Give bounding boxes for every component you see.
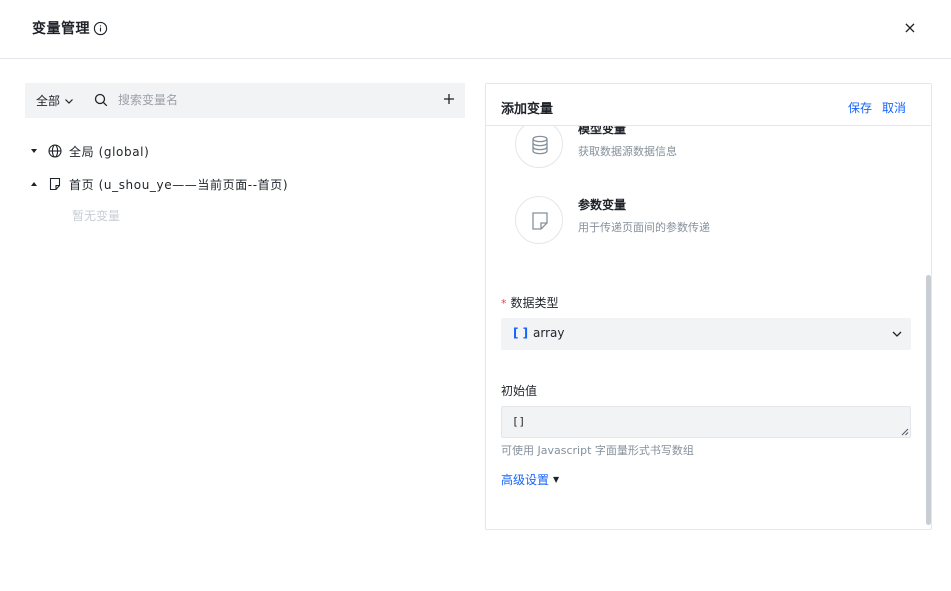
modal-header: 变量管理 ×	[0, 0, 951, 59]
initial-value-label: 初始值	[501, 384, 538, 398]
panel-title: 添加变量	[501, 102, 554, 117]
data-type-value: array	[533, 326, 565, 340]
globe-icon	[48, 144, 62, 158]
add-variable-icon[interactable]	[442, 92, 456, 106]
variable-toolbar: 全部	[25, 83, 465, 118]
document-icon	[532, 212, 548, 230]
tree-node-label: 全局 (global)	[69, 144, 150, 159]
empty-variables-hint: 暂无变量	[72, 209, 121, 223]
option-description: 用于传递页面间的参数传递	[578, 221, 710, 234]
array-type-icon: [ ]	[513, 326, 529, 340]
panel-header: 添加变量 保存 取消	[486, 84, 931, 126]
data-type-select[interactable]: [ ] array	[501, 318, 911, 350]
close-button[interactable]: ×	[901, 20, 919, 38]
option-icon-circle	[515, 120, 563, 168]
data-type-label-text: 数据类型	[510, 296, 559, 310]
caret-right-icon[interactable]	[30, 147, 38, 155]
data-type-label: * 数据类型	[501, 294, 559, 311]
tree-node-home[interactable]: 首页 (u_shou_ye——当前页面--首页)	[30, 175, 288, 193]
scrollbar-thumb[interactable]	[926, 275, 931, 525]
info-icon[interactable]	[93, 21, 108, 36]
option-param-variable[interactable]: 参数变量 用于传递页面间的参数传递	[515, 196, 895, 246]
caret-down-icon: ▼	[553, 475, 560, 484]
tree-node-global[interactable]: 全局 (global)	[30, 142, 149, 160]
option-model-variable[interactable]: 模型变量 获取数据源数据信息	[515, 120, 895, 170]
advanced-settings-toggle[interactable]: 高级设置 ▼	[501, 471, 559, 488]
chevron-down-icon	[892, 331, 902, 337]
option-icon-circle	[515, 196, 563, 244]
required-mark: *	[501, 297, 507, 310]
tree-node-label: 首页 (u_shou_ye——当前页面--首页)	[69, 177, 289, 192]
initial-value-help: 可使用 Javascript 字面量形式书写数组	[501, 444, 694, 457]
chevron-down-icon	[65, 98, 73, 104]
save-button[interactable]: 保存	[848, 99, 872, 116]
scope-select-value: 全部	[36, 94, 61, 108]
add-variable-panel: 模型变量 获取数据源数据信息 参数变量 用于传递页面间的参数传递 * 数据类型 […	[485, 83, 932, 530]
search-input[interactable]	[118, 91, 418, 109]
database-icon	[532, 135, 548, 155]
option-name: 参数变量	[578, 198, 627, 212]
option-description: 获取数据源数据信息	[578, 145, 677, 158]
resize-grip-icon[interactable]	[900, 427, 909, 436]
scope-select[interactable]: 全部	[36, 92, 74, 109]
initial-value-input[interactable]: []	[501, 406, 911, 438]
caret-up-icon[interactable]	[30, 180, 38, 188]
search-icon	[94, 93, 108, 107]
page-icon	[49, 177, 61, 191]
advanced-settings-label: 高级设置	[501, 473, 550, 487]
cancel-button[interactable]: 取消	[882, 99, 906, 116]
modal-title: 变量管理	[32, 21, 90, 37]
